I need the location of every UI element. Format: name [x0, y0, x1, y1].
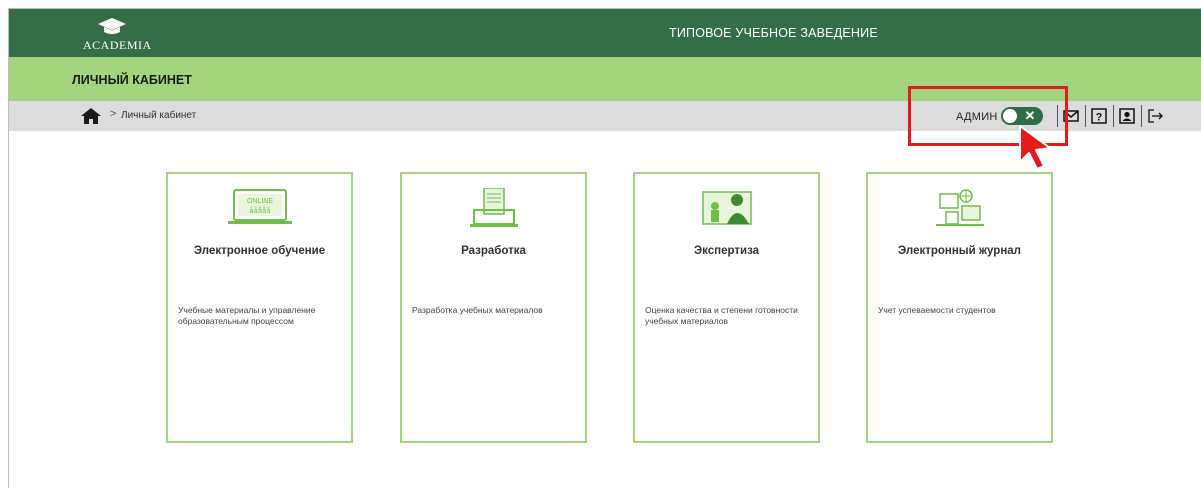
- institution-title: ТИПОВОЕ УЧЕБНОЕ ЗАВЕДЕНИЕ: [669, 26, 878, 40]
- academia-logo[interactable]: ACADEMIA: [83, 17, 151, 52]
- svg-text:?: ?: [1096, 112, 1103, 124]
- development-icon: [470, 188, 518, 227]
- card-description: Оценка качества и степени готовности уче…: [645, 305, 798, 326]
- card-e-journal[interactable]: Электронный журнал Учет успеваемости сту…: [866, 172, 1053, 443]
- logout-icon[interactable]: [1147, 108, 1163, 124]
- app-window: ACADEMIA ТИПОВОЕ УЧЕБНОЕ ЗАВЕДЕНИЕ ЛИЧНЫ…: [8, 8, 1201, 488]
- card-title: Электронное обучение: [193, 245, 326, 257]
- toolbar-divider: [1113, 105, 1114, 127]
- page-title: ЛИЧНЫЙ КАБИНЕТ: [72, 73, 192, 87]
- profile-icon[interactable]: [1119, 108, 1135, 124]
- online-learning-icon: ONLINE ååååå: [228, 189, 292, 224]
- card-description: Разработка учебных материалов: [412, 305, 543, 315]
- breadcrumb-separator: >: [110, 108, 117, 120]
- card-description: Учет успеваемости студентов: [878, 305, 996, 315]
- card-e-learning[interactable]: ONLINE ååååå Электронное обучение Учебны…: [166, 172, 353, 443]
- pointer-cursor-icon: [1019, 125, 1051, 170]
- help-icon[interactable]: ?: [1091, 108, 1107, 124]
- card-title: Разработка: [461, 245, 526, 257]
- logo-text: ACADEMIA: [83, 38, 152, 52]
- card-description: Учебные материалы и управление образоват…: [178, 305, 316, 326]
- svg-text:ååååå: ååååå: [249, 206, 270, 215]
- breadcrumb-current: Личный кабинет: [121, 110, 197, 121]
- card-development[interactable]: Разработка Разработка учебных материалов: [400, 172, 587, 443]
- card-expertise[interactable]: Экспертиза Оценка качества и степени гот…: [633, 172, 820, 443]
- card-title: Электронный журнал: [898, 245, 1021, 257]
- top-header: [9, 9, 1201, 57]
- journal-icon: [936, 189, 984, 226]
- expertise-icon: [702, 191, 752, 225]
- toolbar-divider: [1085, 105, 1086, 127]
- card-title: Экспертиза: [693, 245, 760, 257]
- graduation-cap-icon: [98, 18, 126, 34]
- home-icon[interactable]: [81, 108, 101, 124]
- svg-text:ONLINE: ONLINE: [247, 198, 273, 205]
- toolbar-divider: [1141, 105, 1142, 127]
